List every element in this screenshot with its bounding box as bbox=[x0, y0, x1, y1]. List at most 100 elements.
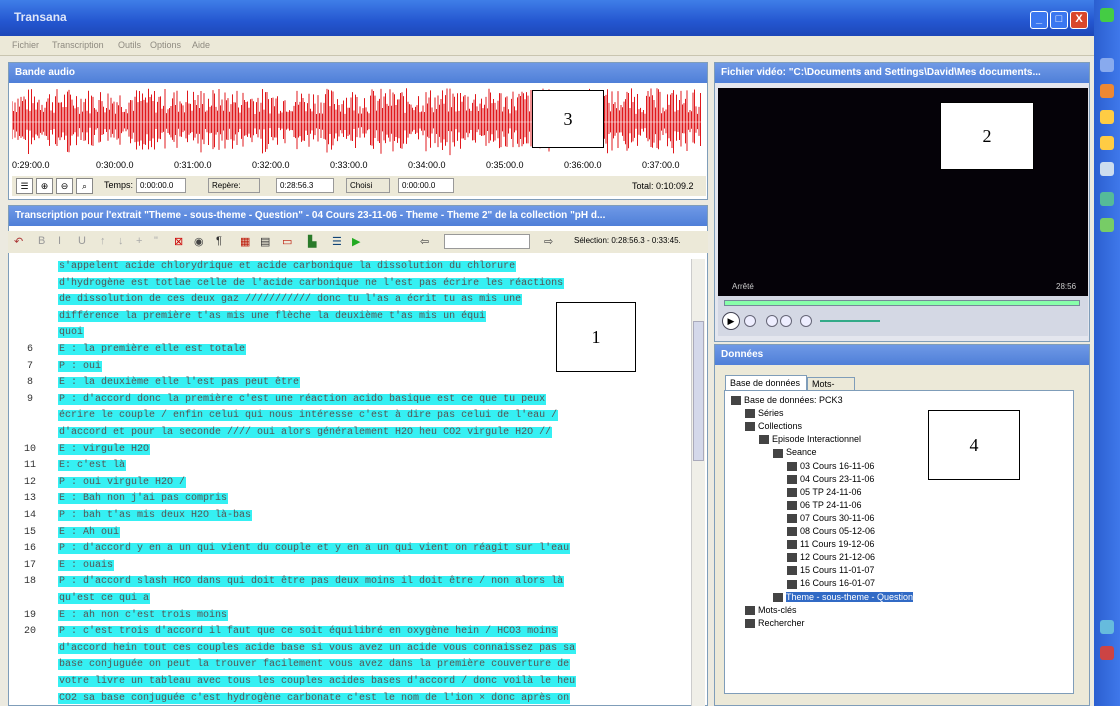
transcript-line[interactable]: d'accord hein tout ces couples acide bas… bbox=[58, 642, 577, 654]
transcript-line[interactable]: d'hydrogène est totlae celle de l'acide … bbox=[58, 277, 565, 289]
transcript-line[interactable]: s'appelent acide chlorydrique et acide c… bbox=[58, 261, 517, 272]
transcript-line[interactable]: E : la première elle est totale bbox=[58, 344, 247, 355]
task-icon[interactable] bbox=[1100, 192, 1114, 206]
folder-icon[interactable] bbox=[1100, 136, 1114, 150]
tree-item[interactable]: 15 Cours 11-01-07 bbox=[787, 565, 874, 576]
transcript-line[interactable]: P : oui bbox=[58, 360, 103, 372]
repere-button[interactable]: Repère: bbox=[208, 178, 260, 193]
film-icon[interactable]: ▦ bbox=[240, 235, 250, 248]
tree-item[interactable]: 04 Cours 23-11-06 bbox=[787, 474, 874, 484]
transcript-line[interactable]: E : virgule H2O bbox=[58, 443, 151, 455]
menu-transcription[interactable]: Transcription bbox=[52, 40, 104, 50]
next-arrow-icon[interactable]: ⇨ bbox=[544, 235, 553, 248]
choisi-field[interactable]: 0:00:00.0 bbox=[398, 178, 454, 193]
rise-icon[interactable]: ↑ bbox=[100, 235, 106, 247]
mute-button[interactable] bbox=[800, 315, 812, 327]
tree-item[interactable]: 05 TP 24-11-06 bbox=[787, 487, 862, 497]
transcript-line[interactable]: qu'est ce qui a bbox=[58, 593, 151, 604]
menu-outils[interactable]: Outils bbox=[118, 40, 141, 50]
database-tree[interactable]: Base de données: PCK3 Séries Collections Ep… bbox=[724, 390, 1074, 694]
transcript-line[interactable]: E : ah non c'est trois moins bbox=[58, 609, 229, 621]
folder-icon[interactable] bbox=[1100, 110, 1114, 124]
forward-button[interactable] bbox=[780, 315, 792, 327]
transcript-scrollbar[interactable] bbox=[691, 259, 705, 706]
search-input[interactable] bbox=[444, 234, 530, 249]
close-button[interactable]: X bbox=[1070, 11, 1088, 29]
tree-item[interactable]: Mots-clés bbox=[745, 605, 797, 615]
timecode-icon[interactable]: ⊠ bbox=[174, 235, 183, 248]
tray-icon[interactable] bbox=[1100, 646, 1114, 660]
repere-field[interactable]: 0:28:56.3 bbox=[276, 178, 334, 193]
maximize-button[interactable]: □ bbox=[1050, 11, 1068, 29]
menu-fichier[interactable]: Fichier bbox=[12, 40, 39, 50]
prev-arrow-icon[interactable]: ⇦ bbox=[420, 235, 429, 248]
stop-button[interactable] bbox=[744, 315, 756, 327]
tree-item[interactable]: Episode Interactionnel bbox=[759, 434, 861, 445]
transcript-line[interactable]: P : d'accord donc la première c'est une … bbox=[58, 393, 547, 405]
menu-aide[interactable]: Aide bbox=[192, 40, 210, 50]
zoom-out-icon[interactable]: ⊖ bbox=[56, 178, 73, 194]
play-button[interactable]: ▶ bbox=[722, 312, 740, 330]
tree-item[interactable]: 06 TP 24-11-06 bbox=[787, 500, 862, 510]
italic-icon[interactable]: I bbox=[58, 235, 61, 247]
app-icon[interactable] bbox=[1100, 58, 1114, 72]
transcript-line[interactable]: différence la première t'as mis une flèc… bbox=[58, 310, 487, 322]
transcript-line[interactable]: P : bah t'as mis deux H2O là-bas bbox=[58, 510, 253, 521]
bold-icon[interactable]: B bbox=[38, 235, 45, 247]
transcript-line[interactable]: P : oui virgule H2O / bbox=[58, 476, 187, 488]
zoom-icon[interactable]: ⌕ bbox=[76, 178, 93, 194]
lines-icon[interactable]: ☰ bbox=[332, 235, 342, 248]
transcript-line[interactable]: CO2 sa base conjuguée c'est hydrogène ca… bbox=[58, 692, 571, 704]
undo-icon[interactable]: ↶ bbox=[14, 235, 23, 248]
transcript-line[interactable]: base conjuguée on peut la trouver facile… bbox=[58, 659, 571, 671]
screen-icon[interactable]: ▭ bbox=[282, 235, 292, 248]
table-icon[interactable]: ▤ bbox=[260, 235, 270, 248]
minimize-button[interactable]: _ bbox=[1030, 11, 1048, 29]
transcript-line[interactable]: P : d'accord y en a un qui vient du coup… bbox=[58, 543, 571, 555]
task-icon[interactable] bbox=[1100, 218, 1114, 232]
tree-item[interactable]: 03 Cours 16-11-06 bbox=[787, 461, 874, 471]
tree-item[interactable]: 08 Cours 05-12-06 bbox=[787, 526, 875, 537]
zoom-in-icon[interactable]: ⊕ bbox=[36, 178, 53, 194]
play-icon[interactable]: ▶ bbox=[352, 235, 360, 248]
tree-item[interactable]: 12 Cours 21-12-06 bbox=[787, 552, 875, 563]
tab-mots-cles[interactable]: Mots-clés bbox=[807, 377, 855, 399]
tray-icon[interactable] bbox=[1100, 620, 1114, 634]
temps-field[interactable]: 0:00:00.0 bbox=[136, 178, 186, 193]
export-icon[interactable]: ▙ bbox=[308, 235, 316, 248]
tab-base-de-donnees[interactable]: Base de données bbox=[725, 375, 807, 391]
transcript-line[interactable]: E : Ah oui bbox=[58, 526, 121, 538]
rewind-button[interactable] bbox=[766, 315, 778, 327]
transcript-line[interactable]: E : Bah non j'ai pas compris bbox=[58, 493, 229, 505]
paragraph-icon[interactable]: ¶ bbox=[216, 235, 222, 247]
tree-item[interactable]: Rechercher bbox=[745, 618, 805, 628]
fall-icon[interactable]: ↓ bbox=[118, 235, 124, 247]
transcript-line[interactable]: E : la deuxième elle l'est pas peut être bbox=[58, 377, 301, 389]
transcript-line[interactable]: P : d'accord slash HCO dans qui doit êtr… bbox=[58, 576, 565, 588]
transcript-line[interactable]: E : ouais bbox=[58, 559, 115, 571]
transcript-line[interactable]: quoi bbox=[58, 327, 85, 339]
window-icon[interactable] bbox=[1100, 162, 1114, 176]
sound-icon[interactable]: ◉ bbox=[194, 235, 204, 248]
transcript-line[interactable]: P : c'est trois d'accord il faut que ce … bbox=[58, 626, 559, 638]
volume-slider[interactable] bbox=[820, 320, 880, 322]
plus-icon[interactable]: + bbox=[136, 235, 142, 247]
underline-icon[interactable]: U bbox=[78, 235, 86, 247]
menu-options[interactable]: Options bbox=[150, 40, 181, 50]
transcript-line[interactable]: d'accord et pour la seconde //// oui alo… bbox=[58, 427, 553, 438]
quote-icon[interactable]: " bbox=[154, 235, 158, 247]
transcript-line[interactable]: votre livre un tableau avec tous les cou… bbox=[58, 676, 577, 687]
tree-item[interactable]: 16 Cours 16-01-07 bbox=[787, 578, 875, 589]
list-icon[interactable]: ☰ bbox=[16, 178, 33, 194]
tree-item[interactable]: Base de données: PCK3 bbox=[731, 395, 843, 406]
tree-item[interactable]: 11 Cours 19-12-06 bbox=[787, 539, 874, 550]
choisi-button[interactable]: Choisi bbox=[346, 178, 390, 193]
seek-bar[interactable] bbox=[724, 300, 1080, 306]
start-icon[interactable] bbox=[1100, 8, 1114, 22]
tree-item[interactable]: Theme - sous-theme - Question bbox=[773, 591, 914, 602]
tree-item[interactable]: Seance bbox=[773, 447, 817, 458]
transcript-line[interactable]: E: c'est là bbox=[58, 460, 127, 472]
transcript-line[interactable]: écrire le couple / enfin celui qui nous … bbox=[58, 410, 559, 422]
tree-item[interactable]: 07 Cours 30-11-06 bbox=[787, 513, 874, 524]
scroll-thumb[interactable] bbox=[693, 321, 704, 461]
